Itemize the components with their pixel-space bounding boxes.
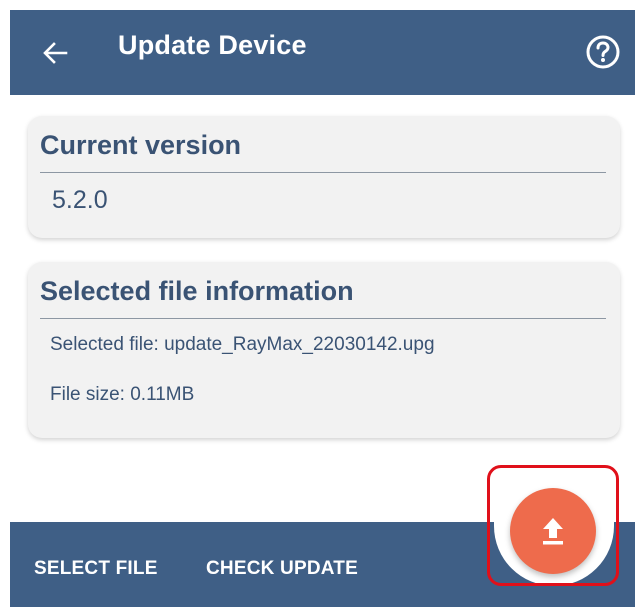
divider: [40, 172, 606, 173]
app-bar: Update Device: [10, 10, 635, 95]
back-arrow-icon[interactable]: [40, 38, 70, 68]
current-version-card: Current version 5.2.0: [28, 116, 620, 238]
help-circle-icon[interactable]: [585, 34, 621, 70]
page-title: Update Device: [118, 30, 307, 60]
current-version-value: 5.2.0: [52, 186, 108, 214]
check-update-button[interactable]: CHECK UPDATE: [206, 558, 358, 580]
selected-file-name: Selected file: update_RayMax_22030142.up…: [50, 334, 435, 355]
selected-file-title: Selected file information: [40, 276, 354, 306]
highlight-box: [487, 465, 619, 586]
current-version-title: Current version: [40, 130, 242, 160]
divider: [40, 318, 606, 319]
select-file-button[interactable]: SELECT FILE: [34, 558, 158, 580]
file-size: File size: 0.11MB: [50, 384, 195, 405]
selected-file-card: Selected file information Selected file:…: [28, 262, 620, 438]
